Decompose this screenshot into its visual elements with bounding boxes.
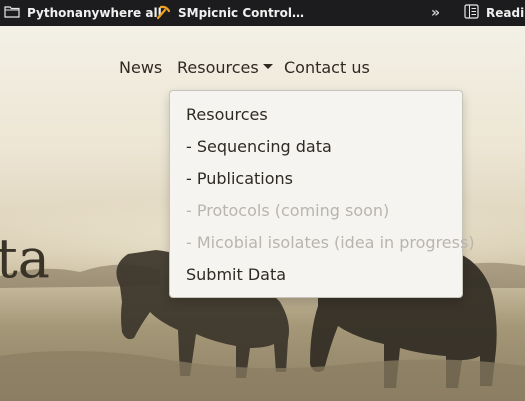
reading-list-icon [464, 4, 479, 22]
reading-list-label: Readin [486, 6, 525, 20]
resources-dropdown-menu: Resources - Sequencing data - Publicatio… [169, 90, 475, 298]
dropdown-item-sequencing-data[interactable]: - Sequencing data [186, 131, 332, 163]
dropdown-item-microbial-isolates: - Micobial isolates (idea in progress) [186, 233, 475, 252]
bookmark-label: SMpicnic Control… [178, 6, 304, 20]
bookmarks-overflow-chevron[interactable]: » [431, 0, 440, 26]
caret-down-icon [262, 64, 273, 69]
bookmark-pythonanywhere[interactable]: Pythonanywhere all [4, 0, 162, 26]
pickaxe-icon [155, 4, 171, 23]
bookmark-label: Pythonanywhere all [27, 6, 162, 20]
hero-title: ta [0, 227, 50, 290]
folder-icon [4, 5, 20, 21]
nav-resources-dropdown-toggle[interactable]: Resources [177, 56, 273, 80]
nav-contact-link[interactable]: Contact us [284, 56, 370, 80]
nav-resources-label: Resources [177, 58, 259, 77]
dropdown-item-submit-data[interactable]: Submit Data [186, 259, 286, 291]
dropdown-item-protocols: - Protocols (coming soon) [186, 201, 390, 220]
dropdown-item-resources[interactable]: Resources [186, 99, 268, 131]
bookmarks-bar: Pythonanywhere all SMpicnic Control… » R… [0, 0, 525, 26]
dropdown-item-publications[interactable]: - Publications [186, 163, 293, 195]
nav-news-link[interactable]: News [119, 56, 162, 80]
main-nav: News Resources Contact us [0, 56, 525, 80]
bookmark-smpicnic[interactable]: SMpicnic Control… [155, 0, 304, 26]
reading-list-button[interactable]: Readin [464, 0, 525, 26]
